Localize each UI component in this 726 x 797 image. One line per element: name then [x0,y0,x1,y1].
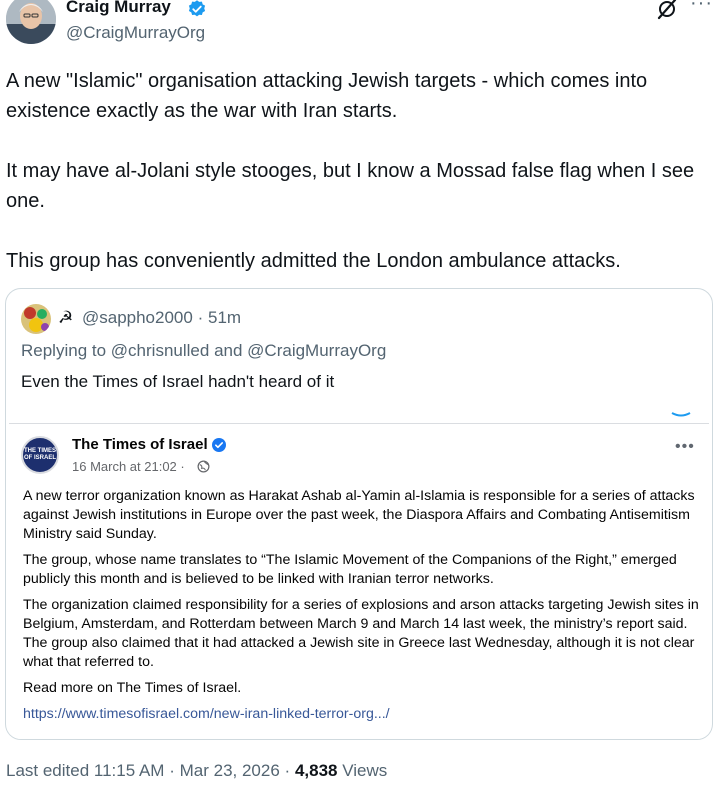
quote-text: Even the Times of Israel hadn't heard of… [21,372,335,391]
quote-avatar[interactable] [21,304,51,334]
globe-icon [197,460,210,473]
embedded-paragraph: Read more on The Times of Israel. [23,680,242,696]
embedded-paragraph: A new terror organization known as Harak… [23,488,695,542]
more-options-icon[interactable]: ··· [690,0,713,15]
times-of-israel-logo: THE TIMES OF ISRAEL [21,436,59,474]
separator: · [284,761,291,780]
replying-to: Replying to @chrisnulled and @CraigMurra… [21,341,386,361]
views-count: 4,838 [294,761,338,780]
author-handle[interactable]: @CraigMurrayOrg [66,23,205,43]
verified-badge-icon [188,0,206,17]
mention-link[interactable]: @chrisnulled [111,341,210,360]
verified-badge-icon [212,438,226,452]
quote-time[interactable]: 51m [208,308,241,327]
post-date[interactable]: Mar 23, 2026 [180,761,280,780]
reply-and: and [214,341,243,360]
tweet-paragraph: This group has conveniently admitted the… [6,250,621,272]
author-avatar[interactable] [6,0,56,44]
embedded-post-date: 16 March at 21:02 · [72,459,185,474]
reply-prefix: Replying to [21,341,107,360]
embedded-page-name: The Times of Israel [72,436,208,453]
tweet-paragraph: A new "Islamic" organisation attacking J… [6,70,648,122]
tweet-text: A new "Islamic" organisation attacking J… [6,66,720,306]
author-name[interactable]: Craig Murray [66,0,171,17]
tweet-meta: Last edited 11:15 AM · Mar 23, 2026 · 4,… [6,761,387,781]
embedded-post-body: A new terror organization known as Harak… [23,487,707,724]
embedded-post-link: https://www.timesofisrael.com/new-iran-l… [23,706,390,722]
tweet: Craig Murray @CraigMurrayOrg ··· A new "… [0,0,726,797]
scroll-arc-icon [671,412,691,417]
edited-time[interactable]: Last edited 11:15 AM [6,761,164,780]
grok-icon[interactable] [655,0,679,21]
embedded-paragraph: The organization claimed responsibility … [23,597,699,670]
separator: · [169,761,175,780]
embedded-more-icon: ••• [675,438,695,455]
embedded-post-image: THE TIMES OF ISRAEL The Times of Israel … [9,423,709,739]
separator: · [197,308,204,327]
embedded-paragraph: The group, whose name translates to “The… [23,552,677,587]
quote-header: ☭ @sappho2000 · 51m [58,308,241,328]
mention-link[interactable]: @CraigMurrayOrg [247,341,386,360]
hammer-sickle-icon: ☭ [58,308,74,327]
tweet-paragraph: It may have al-Jolani style stooges, but… [6,160,695,212]
views-label: Views [342,761,388,780]
quoted-tweet[interactable]: ☭ @sappho2000 · 51m Replying to @chrisnu… [5,288,713,740]
quote-handle[interactable]: @sappho2000 [82,308,193,327]
